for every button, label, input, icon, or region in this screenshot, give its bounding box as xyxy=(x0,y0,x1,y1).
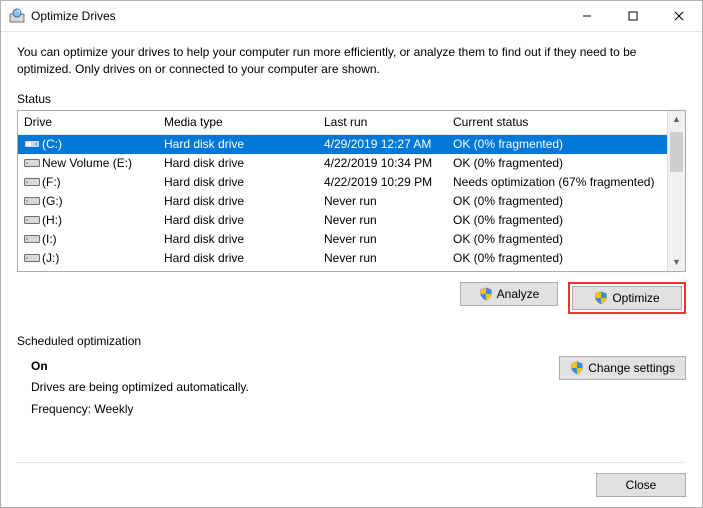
col-header-last[interactable]: Last run xyxy=(318,115,447,129)
drive-last: Never run xyxy=(318,194,447,208)
scroll-down-icon[interactable]: ▼ xyxy=(668,254,685,271)
drive-name: (J:) xyxy=(42,251,59,265)
drive-last: 4/22/2019 10:29 PM xyxy=(318,175,447,189)
analyze-label: Analyze xyxy=(497,287,540,301)
minimize-icon xyxy=(582,11,592,21)
optimize-button[interactable]: Optimize xyxy=(572,286,682,310)
drive-status: OK (0% fragmented) xyxy=(447,251,667,265)
drive-status: OK (0% fragmented) xyxy=(447,213,667,227)
close-icon xyxy=(674,11,684,21)
table-header: Drive Media type Last run Current status xyxy=(18,111,667,135)
drive-media: Hard disk drive xyxy=(158,213,318,227)
table-row[interactable]: (H:) Hard disk driveNever runOK (0% fragm… xyxy=(18,211,667,230)
drive-name: (C:) xyxy=(42,137,62,151)
drive-media: Hard disk drive xyxy=(158,156,318,170)
status-label: Status xyxy=(17,92,686,106)
scroll-up-icon[interactable]: ▲ xyxy=(668,111,685,128)
optimize-drives-window: Optimize Drives You can optimize your dr… xyxy=(0,0,703,508)
drive-media: Hard disk drive xyxy=(158,194,318,208)
drive-name: (F:) xyxy=(42,175,61,189)
drive-last: Never run xyxy=(318,213,447,227)
drives-table: Drive Media type Last run Current status… xyxy=(17,110,686,272)
drive-name: (G:) xyxy=(42,194,63,208)
drive-media: Hard disk drive xyxy=(158,175,318,189)
optimize-highlight: Optimize xyxy=(568,282,686,314)
shield-icon xyxy=(479,287,493,301)
table-row[interactable]: (G:) Hard disk driveNever runOK (0% fragm… xyxy=(18,192,667,211)
drive-icon xyxy=(24,138,40,150)
table-row[interactable]: (F:) Hard disk drive4/22/2019 10:29 PMNee… xyxy=(18,173,667,192)
intro-text: You can optimize your drives to help you… xyxy=(17,44,686,78)
col-header-drive[interactable]: Drive xyxy=(18,115,158,129)
drive-status: Needs optimization (67% fragmented) xyxy=(447,175,667,189)
scrollbar[interactable]: ▲ ▼ xyxy=(667,111,685,271)
table-row[interactable]: New Volume (E:) Hard disk drive4/22/2019 … xyxy=(18,154,667,173)
sched-line1: Drives are being optimized automatically… xyxy=(31,377,559,399)
drive-last: Never run xyxy=(318,232,447,246)
drive-name: (H:) xyxy=(42,213,62,227)
scroll-thumb[interactable] xyxy=(670,132,683,172)
sched-on: On xyxy=(31,356,559,378)
table-row[interactable]: (I:) Hard disk driveNever runOK (0% fragm… xyxy=(18,230,667,249)
drive-icon xyxy=(24,195,40,207)
drive-status: OK (0% fragmented) xyxy=(447,156,667,170)
drive-icon xyxy=(24,157,40,169)
shield-icon xyxy=(570,361,584,375)
app-icon xyxy=(9,8,25,24)
analyze-button[interactable]: Analyze xyxy=(460,282,558,306)
sched-label: Scheduled optimization xyxy=(17,334,686,348)
table-row[interactable]: (C:) Hard disk drive4/29/2019 12:27 AMOK … xyxy=(18,135,667,154)
optimize-label: Optimize xyxy=(612,291,659,305)
drive-status: OK (0% fragmented) xyxy=(447,194,667,208)
close-button[interactable] xyxy=(656,1,702,31)
maximize-icon xyxy=(628,11,638,21)
maximize-button[interactable] xyxy=(610,1,656,31)
change-settings-button[interactable]: Change settings xyxy=(559,356,686,380)
drive-status: OK (0% fragmented) xyxy=(447,137,667,151)
drive-last: 4/22/2019 10:34 PM xyxy=(318,156,447,170)
drive-icon xyxy=(24,214,40,226)
drive-name: (I:) xyxy=(42,232,57,246)
drive-media: Hard disk drive xyxy=(158,137,318,151)
drive-name: New Volume (E:) xyxy=(42,156,132,170)
window-title: Optimize Drives xyxy=(31,9,116,23)
drive-icon xyxy=(24,252,40,264)
close-dialog-button[interactable]: Close xyxy=(596,473,686,497)
sched-line2: Frequency: Weekly xyxy=(31,399,559,421)
drive-last: 4/29/2019 12:27 AM xyxy=(318,137,447,151)
minimize-button[interactable] xyxy=(564,1,610,31)
change-label: Change settings xyxy=(588,361,675,375)
col-header-media[interactable]: Media type xyxy=(158,115,318,129)
drive-last: Never run xyxy=(318,251,447,265)
drive-status: OK (0% fragmented) xyxy=(447,232,667,246)
shield-icon xyxy=(594,291,608,305)
table-row[interactable]: (J:) Hard disk driveNever runOK (0% fragm… xyxy=(18,249,667,268)
drive-media: Hard disk drive xyxy=(158,232,318,246)
drive-media: Hard disk drive xyxy=(158,251,318,265)
drive-icon xyxy=(24,233,40,245)
drive-icon xyxy=(24,176,40,188)
col-header-status[interactable]: Current status xyxy=(447,115,667,129)
close-label: Close xyxy=(626,478,657,492)
title-bar: Optimize Drives xyxy=(1,1,702,32)
